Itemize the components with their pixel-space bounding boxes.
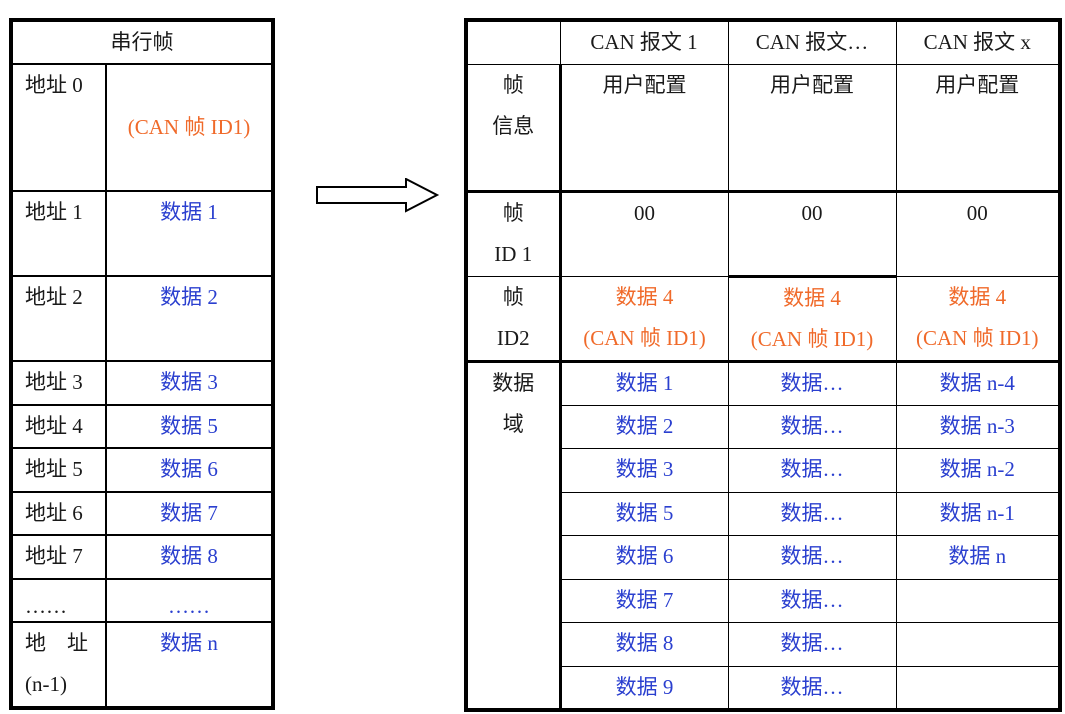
label-line1: 帧 <box>502 200 524 225</box>
address-cell: 地址 2 <box>10 275 107 362</box>
address-cell: 地址 4 <box>10 404 107 449</box>
serial-row: 地址 0 (CAN 帧 ID1) <box>10 63 274 192</box>
frame-id1-row: 帧 ID 1 00 00 00 <box>465 190 1061 278</box>
data-field-cell: 数据 3 <box>559 447 729 493</box>
value-line1: 数据 4 <box>615 284 674 309</box>
data-field-cell: 数据… <box>727 447 897 493</box>
data-field-cell <box>895 665 1061 711</box>
address-cell: 地址 6 <box>10 491 107 536</box>
value-cell: (CAN 帧 ID1) <box>105 63 274 192</box>
address-cell: 地址 7 <box>10 534 107 580</box>
data-field-cell: 数据 n <box>895 534 1061 580</box>
data-field-label: 数据域 <box>465 360 562 711</box>
data-field-cell: 数据… <box>727 578 897 623</box>
data-field-cell: 数据 5 <box>559 491 729 536</box>
data-field-cell: 数据… <box>727 404 897 449</box>
frame-id2-row: 帧 ID2 数据 4 (CAN 帧 ID1) 数据 4 (CAN 帧 ID1) … <box>465 275 1061 363</box>
header-empty-cell <box>465 19 561 65</box>
serial-row: 地 址 (n-1) 数据 n <box>10 621 274 709</box>
address-cell: …… <box>10 578 107 623</box>
arrow-shape <box>316 178 440 213</box>
data-field-cell: 数据 8 <box>559 621 729 667</box>
frame-id1-label: 帧 ID 1 <box>465 190 562 277</box>
frame-id1-value: 00 <box>559 190 729 277</box>
data-field-rows: 数据域数据 1 数据… 数据 n-4 数据 2 数据… 数据 n-3 数据 3 数据… 数据 n… <box>465 360 1061 711</box>
label-line1: 帧 <box>502 284 524 309</box>
frame-id2-value: 数据 4 (CAN 帧 ID1) <box>895 275 1061 363</box>
right-arrow-icon <box>316 178 440 213</box>
value-line1: 数据 4 <box>948 284 1007 309</box>
data-field-cell: 数据… <box>727 360 897 406</box>
header-can-message-mid: CAN 报文… <box>727 19 897 65</box>
value-cell: 数据 5 <box>105 404 274 449</box>
serial-row: 地址 3 数据 3 <box>10 360 274 406</box>
address-cell: 地 址 (n-1) <box>10 621 107 709</box>
frame-info-value: 用户配置 <box>895 63 1061 193</box>
value-line2: (CAN 帧 ID1) <box>916 325 1039 350</box>
frame-id1-value: 00 <box>727 190 897 278</box>
serial-frame-title: 串行帧 <box>10 19 274 65</box>
address-line1: 地 址 <box>25 631 88 655</box>
value-cell: 数据 n <box>105 621 274 709</box>
address-cell: 地址 0 <box>10 63 107 192</box>
value-cell: 数据 6 <box>105 447 274 493</box>
address-cell: 地址 5 <box>10 447 107 493</box>
frame-id2-value: 数据 4 (CAN 帧 ID1) <box>727 275 897 363</box>
serial-row-ellipsis: …… …… <box>10 578 274 623</box>
frame-info-label: 帧 信息 <box>465 63 562 193</box>
address-cell: 地址 3 <box>10 360 107 406</box>
serial-row: 地址 6 数据 7 <box>10 491 274 536</box>
serial-row: 地址 2 数据 2 <box>10 275 274 362</box>
frame-info-value: 用户配置 <box>727 63 897 193</box>
data-field-row: 数据域数据 1 数据… 数据 n-4 <box>465 360 1061 711</box>
data-field-cell: 数据 7 <box>559 578 729 623</box>
serial-row: 地址 4 数据 5 <box>10 404 274 449</box>
header-can-message-x: CAN 报文 x <box>895 19 1061 65</box>
value-cell: …… <box>105 578 274 623</box>
label-line1: 数据 <box>492 370 535 395</box>
data-field-cell: 数据 n-2 <box>895 447 1061 493</box>
value-cell: 数据 7 <box>105 491 274 536</box>
data-field-cell <box>895 578 1061 623</box>
data-field-cell: 数据 6 <box>559 534 729 580</box>
label-line1: 帧 <box>502 72 524 97</box>
serial-row: 地址 7 数据 8 <box>10 534 274 580</box>
value-line1: 数据 4 <box>783 285 841 310</box>
data-field-cell: 数据 1 <box>559 360 729 406</box>
value-cell: 数据 1 <box>105 190 274 277</box>
frame-id1-value: 00 <box>895 190 1061 277</box>
address-cell: 地址 1 <box>10 190 107 277</box>
value-cell: 数据 8 <box>105 534 274 580</box>
data-field-cell: 数据… <box>727 621 897 667</box>
serial-frame-header-row: 串行帧 <box>10 19 274 65</box>
data-field-cell: 数据 2 <box>559 404 729 449</box>
data-field-cell: 数据… <box>727 491 897 536</box>
label-line2: 信息 <box>492 113 535 138</box>
label-line2: ID2 <box>496 325 530 350</box>
value-line2: (CAN 帧 ID1) <box>583 325 706 350</box>
serial-row: 地址 1 数据 1 <box>10 190 274 277</box>
data-field-cell: 数据 n-1 <box>895 491 1061 536</box>
value-cell: 数据 3 <box>105 360 274 406</box>
value-cell: 数据 2 <box>105 275 274 362</box>
frame-id2-label: 帧 ID2 <box>465 275 562 363</box>
data-field-cell: 数据 9 <box>559 665 729 711</box>
address-line2: (n-1) <box>25 672 67 696</box>
can-messages-table: CAN 报文 1 CAN 报文… CAN 报文 x 帧 信息 用户配置 用户配置… <box>464 18 1062 712</box>
frame-info-row: 帧 信息 用户配置 用户配置 用户配置 <box>465 63 1061 193</box>
value-line2: (CAN 帧 ID1) <box>750 326 874 351</box>
frame-id2-value: 数据 4 (CAN 帧 ID1) <box>559 275 729 363</box>
data-field-cell: 数据 n-4 <box>895 360 1061 406</box>
data-field-cell <box>895 621 1061 667</box>
header-can-message-1: CAN 报文 1 <box>559 19 729 65</box>
label-line2: ID 1 <box>494 241 533 266</box>
can-header-row: CAN 报文 1 CAN 报文… CAN 报文 x <box>465 19 1061 65</box>
serial-frame-table: 串行帧 地址 0 (CAN 帧 ID1) 地址 1 数据 1 地址 2 数据 2… <box>9 18 275 710</box>
data-field-cell: 数据… <box>727 534 897 580</box>
data-field-cell: 数据 n-3 <box>895 404 1061 449</box>
label-line2: 域 <box>502 411 524 436</box>
frame-info-value: 用户配置 <box>559 63 729 193</box>
serial-row: 地址 5 数据 6 <box>10 447 274 493</box>
data-field-cell: 数据… <box>727 665 897 711</box>
